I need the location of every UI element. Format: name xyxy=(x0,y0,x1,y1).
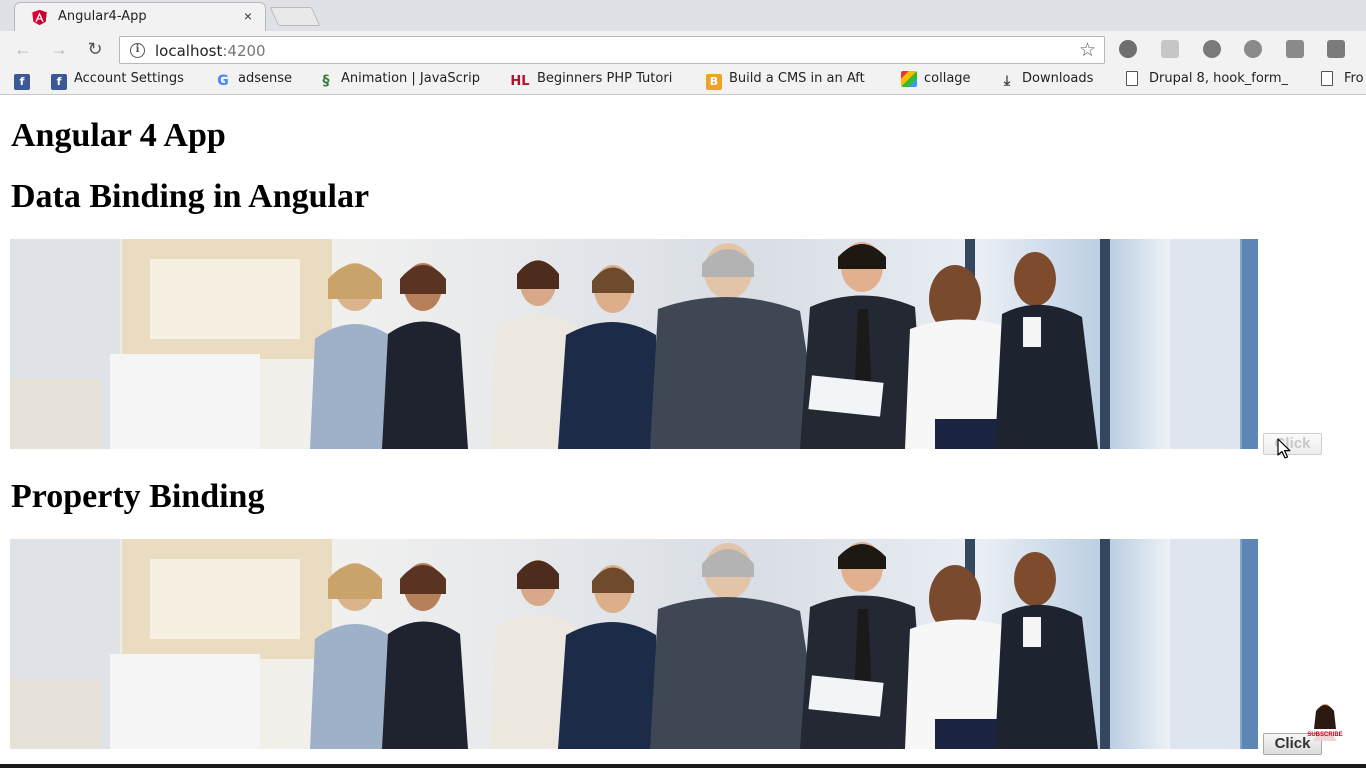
business-team-illustration xyxy=(10,239,1258,449)
bookmarks-bar: f f Account Settings Gadsense § Animation … xyxy=(0,67,1366,95)
bookmark-facebook[interactable]: f xyxy=(14,71,37,91)
people-group xyxy=(310,542,1098,749)
bookmark-drupal[interactable]: Drupal 8, hook_form_ xyxy=(1126,71,1288,91)
info-icon[interactable]: i xyxy=(130,43,145,58)
back-arrow-icon[interactable]: ← xyxy=(11,37,35,61)
bookmark-label: Fro xyxy=(1344,71,1364,86)
animation-icon: § xyxy=(322,73,330,89)
bookmark-animation[interactable]: § Animation | JavaScrip xyxy=(318,71,481,91)
url-host: localhost xyxy=(155,42,223,60)
hl-icon: HL xyxy=(510,74,530,89)
collage-icon xyxy=(901,71,917,87)
google-icon: G xyxy=(217,73,229,89)
bookmark-adsense[interactable]: Gadsense xyxy=(215,71,292,91)
tab-strip: Angular4-App × xyxy=(0,0,1366,32)
bookmark-downloads[interactable]: ⤓ Downloads xyxy=(999,71,1094,91)
url-text[interactable]: localhost:4200 xyxy=(155,42,266,60)
tab-title: Angular4-App xyxy=(58,9,147,24)
page-content: Angular 4 App Data Binding in Angular Pr… xyxy=(0,96,1366,768)
new-tab-button[interactable] xyxy=(269,7,321,26)
browser-toolbar: ← → ↻ i localhost:4200 ☆ xyxy=(0,31,1366,67)
facebook-icon: f xyxy=(51,74,67,90)
mouse-cursor-icon xyxy=(1277,438,1291,459)
facebook-icon: f xyxy=(14,74,30,90)
browser-tab[interactable]: Angular4-App × xyxy=(14,2,266,32)
people-group xyxy=(310,242,1098,449)
bookmark-label: Account Settings xyxy=(74,71,184,86)
url-port: :4200 xyxy=(222,42,266,60)
download-icon: ⤓ xyxy=(1003,73,1011,89)
extension-icon[interactable] xyxy=(1244,40,1262,58)
bookmark-label: Build a CMS in an Aft xyxy=(729,71,865,86)
cms-icon: B xyxy=(706,74,722,90)
bookmark-label: Beginners PHP Tutori xyxy=(537,71,673,86)
page-title: Angular 4 App xyxy=(11,117,226,154)
section-heading-data-binding: Data Binding in Angular xyxy=(11,178,370,215)
gear-icon[interactable] xyxy=(1203,40,1221,58)
bookmark-label: collage xyxy=(924,71,971,86)
page-icon xyxy=(1321,71,1333,86)
bookmark-collage[interactable]: collage xyxy=(901,71,971,91)
angular-favicon-icon xyxy=(32,9,47,26)
address-bar[interactable]: i localhost:4200 ☆ xyxy=(119,36,1105,64)
bookmark-label: Animation | JavaScrip xyxy=(341,71,480,86)
business-team-photo xyxy=(10,539,1258,749)
video-progress-bar xyxy=(0,764,1366,768)
subscribe-watermark-icon: SUBSCRIBE xyxy=(1307,704,1343,741)
bookmark-fro[interactable]: Fro xyxy=(1321,71,1364,91)
subscribe-text: SUBSCRIBE xyxy=(1307,732,1342,738)
bookmark-build-cms[interactable]: B Build a CMS in an Aft xyxy=(706,71,865,91)
business-team-photo xyxy=(10,239,1258,449)
bookmark-label: Drupal 8, hook_form_ xyxy=(1149,71,1289,86)
section-heading-property-binding: Property Binding xyxy=(11,478,265,515)
extension-icon[interactable] xyxy=(1327,40,1345,58)
business-team-illustration xyxy=(10,539,1258,749)
bookmark-label: adsense xyxy=(238,71,292,86)
extension-icon[interactable] xyxy=(1161,40,1179,58)
bookmark-star-icon[interactable]: ☆ xyxy=(1079,39,1096,62)
bookmark-beginners-php[interactable]: HL Beginners PHP Tutori xyxy=(510,71,672,91)
bookmark-account-settings[interactable]: f Account Settings xyxy=(51,71,184,91)
bookmark-label: Downloads xyxy=(1022,71,1094,86)
page-icon xyxy=(1126,71,1138,86)
reload-icon[interactable]: ↻ xyxy=(83,37,107,61)
tab-close-icon[interactable]: × xyxy=(239,7,257,25)
angular-extension-icon[interactable] xyxy=(1119,40,1137,58)
jb-extension-icon[interactable] xyxy=(1286,40,1304,58)
forward-arrow-icon[interactable]: → xyxy=(47,37,71,61)
